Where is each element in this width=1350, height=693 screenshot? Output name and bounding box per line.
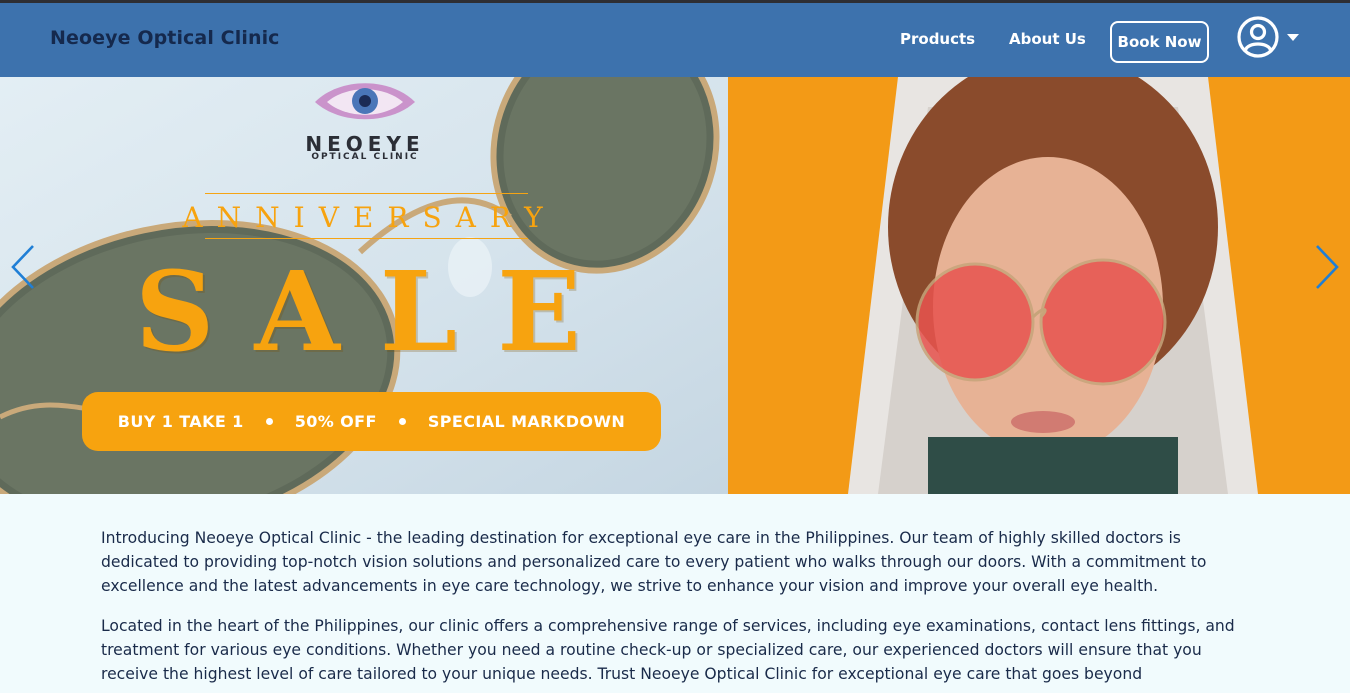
promo-50-off: 50% OFF bbox=[294, 412, 377, 431]
neoeye-logo-icon bbox=[315, 83, 415, 120]
user-menu-toggle[interactable] bbox=[1236, 15, 1302, 59]
intro-paragraph-1: Introducing Neoeye Optical Clinic - the … bbox=[101, 529, 1207, 595]
navbar: Neoeye Optical Clinic Products About Us … bbox=[0, 3, 1350, 77]
sale-banner: NEOEYE OPTICAL CLINIC ANNIVERSARY SALE B… bbox=[0, 77, 728, 494]
nav-link-about-us[interactable]: About Us bbox=[1009, 30, 1086, 48]
promo-separator-dot bbox=[398, 418, 406, 425]
promo-special-markdown: SPECIAL MARKDOWN bbox=[427, 412, 626, 431]
chevron-left-icon bbox=[10, 244, 36, 294]
carousel-next-button[interactable] bbox=[1312, 244, 1342, 294]
hero-carousel: NEOEYE OPTICAL CLINIC ANNIVERSARY SALE B… bbox=[0, 77, 1350, 494]
brand-title[interactable]: Neoeye Optical Clinic bbox=[50, 27, 280, 49]
intro-content: Introducing Neoeye Optical Clinic - the … bbox=[101, 526, 1261, 693]
anniversary-rule-top bbox=[205, 193, 528, 194]
woman-sunglasses-image bbox=[848, 77, 1258, 494]
promo-buy1take1: BUY 1 TAKE 1 bbox=[117, 412, 244, 431]
model-photo bbox=[728, 77, 1350, 494]
carousel-prev-button[interactable] bbox=[8, 244, 38, 294]
chevron-right-icon bbox=[1314, 244, 1340, 294]
promo-separator-dot bbox=[265, 418, 273, 425]
user-circle-icon bbox=[1236, 15, 1280, 59]
nav-link-products[interactable]: Products bbox=[900, 30, 975, 48]
sale-heading: SALE bbox=[135, 247, 621, 376]
caret-down-icon bbox=[1286, 32, 1300, 42]
book-now-button[interactable]: Book Now bbox=[1110, 21, 1209, 63]
anniversary-heading: ANNIVERSARY bbox=[182, 201, 557, 234]
logo-subtitle: OPTICAL CLINIC bbox=[311, 152, 419, 162]
promo-pill: BUY 1 TAKE 1 50% OFF SPECIAL MARKDOWN bbox=[82, 392, 661, 451]
intro-paragraph-2: Located in the heart of the Philippines,… bbox=[101, 617, 1235, 683]
anniversary-rule-bottom bbox=[205, 238, 528, 239]
